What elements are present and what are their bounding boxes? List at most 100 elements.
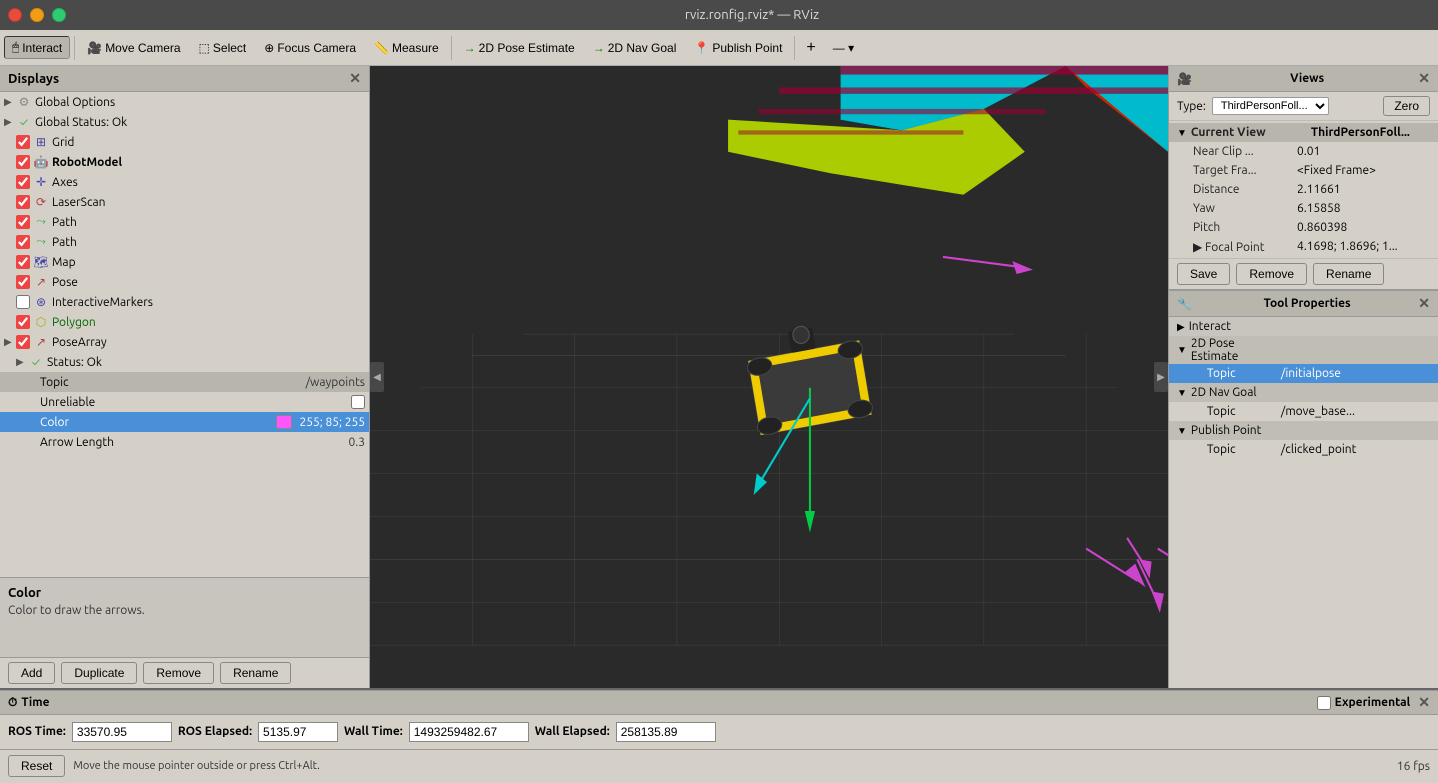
expand-arrow: ▶ bbox=[4, 336, 16, 348]
tp-val: /clicked_point bbox=[1281, 443, 1356, 456]
tree-item-path-1[interactable]: ▶ ⤳ Path bbox=[0, 212, 369, 232]
item-label: Grid bbox=[52, 136, 365, 149]
rename-view-button[interactable]: Rename bbox=[1313, 263, 1384, 285]
close-button[interactable] bbox=[8, 8, 22, 22]
remove-view-button[interactable]: Remove bbox=[1236, 263, 1307, 285]
grid-checkbox[interactable] bbox=[16, 135, 30, 149]
3d-view[interactable]: ◀ ▶ bbox=[370, 66, 1168, 688]
duplicate-button[interactable]: Duplicate bbox=[61, 662, 137, 684]
views-panel: 🎥 Views ✕ Type: ThirdPersonFoll... Zero … bbox=[1169, 66, 1438, 290]
tree-item-posearray[interactable]: ▶ ↗ PoseArray bbox=[0, 332, 369, 352]
path2-checkbox[interactable] bbox=[16, 235, 30, 249]
tree-item-interactive-markers[interactable]: ▶ ⊛ InteractiveMarkers bbox=[0, 292, 369, 312]
tool-props-close[interactable]: ✕ bbox=[1418, 295, 1430, 312]
tree-item-grid[interactable]: ▶ ⊞ Grid bbox=[0, 132, 369, 152]
publish-point-button[interactable]: 📍 Publish Point bbox=[686, 37, 790, 59]
zero-button[interactable]: Zero bbox=[1383, 96, 1430, 116]
unreliable-checkbox[interactable] bbox=[351, 395, 365, 409]
tool-props-header: 🔧 Tool Properties ✕ bbox=[1169, 291, 1438, 317]
tree-item-color[interactable]: ▶ Color 255; 85; 255 bbox=[0, 412, 369, 432]
rename-button[interactable]: Rename bbox=[220, 662, 291, 684]
status-bar: Reset Move the mouse pointer outside or … bbox=[0, 749, 1438, 783]
wall-time-input[interactable]: 1493259482.67 bbox=[409, 722, 529, 742]
imarkers-checkbox[interactable] bbox=[16, 295, 30, 309]
tree-item-unreliable[interactable]: ▶ Unreliable bbox=[0, 392, 369, 412]
ros-elapsed-input[interactable]: 5135.97 bbox=[258, 722, 338, 742]
tree-item-laserscan[interactable]: ▶ ⟳ LaserScan bbox=[0, 192, 369, 212]
cv-key: Distance bbox=[1177, 183, 1297, 196]
axes-checkbox[interactable] bbox=[16, 175, 30, 189]
view-right-arrow[interactable]: ▶ bbox=[1154, 362, 1168, 392]
polygon-checkbox[interactable] bbox=[16, 315, 30, 329]
ros-time-input[interactable]: 33570.95 bbox=[72, 722, 172, 742]
wall-time-label: Wall Time: bbox=[344, 725, 403, 738]
tp-publish-point[interactable]: ▼ Publish Point bbox=[1169, 421, 1438, 440]
tree-item-posearray-status[interactable]: ▶ ✓ Status: Ok bbox=[0, 352, 369, 372]
item-label: Path bbox=[52, 216, 365, 229]
tp-pose-topic[interactable]: ▼ Topic /initialpose bbox=[1169, 364, 1438, 383]
add-button[interactable]: Add bbox=[8, 662, 55, 684]
tp-expand-icon: ▼ bbox=[1177, 425, 1187, 437]
move-camera-button[interactable]: 🎥 Move Camera bbox=[79, 37, 188, 59]
cv-row-distance: Distance 2.11661 bbox=[1169, 180, 1438, 199]
select-button[interactable]: ⬚ Select bbox=[191, 37, 255, 59]
minimize-button[interactable] bbox=[30, 8, 44, 22]
wall-elapsed-input[interactable]: 258135.89 bbox=[616, 722, 716, 742]
robot-icon: 🤖 bbox=[33, 154, 49, 170]
window-title: rviz.ronfig.rviz* — RViz bbox=[74, 8, 1430, 22]
tp-publish-topic[interactable]: ▼ Topic /clicked_point bbox=[1169, 440, 1438, 459]
reset-button[interactable]: Reset bbox=[8, 755, 65, 777]
wall-elapsed-label: Wall Elapsed: bbox=[535, 725, 610, 738]
view-left-arrow[interactable]: ◀ bbox=[370, 362, 384, 392]
tree-item-polygon[interactable]: ▶ ⬡ Polygon bbox=[0, 312, 369, 332]
tp-interact[interactable]: ▶ Interact bbox=[1169, 317, 1438, 336]
tree-item-topic[interactable]: ▶ Topic /waypoints bbox=[0, 372, 369, 392]
tp-nav-goal[interactable]: ▼ 2D Nav Goal bbox=[1169, 383, 1438, 402]
laserscan-checkbox[interactable] bbox=[16, 195, 30, 209]
focus-camera-button[interactable]: ⊕ Focus Camera bbox=[256, 37, 364, 59]
robotmodel-checkbox[interactable] bbox=[16, 155, 30, 169]
expand-arrow: ▶ bbox=[16, 356, 28, 368]
scene-canvas bbox=[370, 66, 1168, 688]
displays-close[interactable]: ✕ bbox=[349, 70, 361, 87]
pose-checkbox[interactable] bbox=[16, 275, 30, 289]
focus-icon: ⊕ bbox=[264, 41, 274, 55]
save-view-button[interactable]: Save bbox=[1177, 263, 1230, 285]
add-display-button[interactable]: + bbox=[799, 36, 822, 60]
maximize-button[interactable] bbox=[52, 8, 66, 22]
tree-item-path-2[interactable]: ▶ ⤳ Path bbox=[0, 232, 369, 252]
tree-item-global-status[interactable]: ▶ ✓ Global Status: Ok bbox=[0, 112, 369, 132]
color-swatch bbox=[276, 415, 292, 429]
time-close[interactable]: ✕ bbox=[1418, 694, 1430, 711]
cv-header-row[interactable]: ▼ Current View ThirdPersonFoll... bbox=[1169, 123, 1438, 142]
map-checkbox[interactable] bbox=[16, 255, 30, 269]
cv-val: 2.11661 bbox=[1297, 183, 1341, 196]
remove-button[interactable]: Remove bbox=[143, 662, 214, 684]
tp-nav-topic[interactable]: ▼ Topic /move_base... bbox=[1169, 402, 1438, 421]
more-button[interactable]: — ▾ bbox=[825, 37, 862, 59]
topic-value: /waypoints bbox=[306, 376, 365, 389]
tp-pose-estimate[interactable]: ▼ 2D Pose Estimate bbox=[1169, 336, 1438, 364]
type-select[interactable]: ThirdPersonFoll... bbox=[1212, 97, 1329, 115]
time-fields: ROS Time: 33570.95 ROS Elapsed: 5135.97 … bbox=[0, 715, 1438, 749]
pose-icon: → bbox=[464, 41, 476, 55]
nav-goal-button[interactable]: → 2D Nav Goal bbox=[585, 37, 685, 59]
tree-item-robotmodel[interactable]: ▶ 🤖 RobotModel bbox=[0, 152, 369, 172]
measure-button[interactable]: 📏 Measure bbox=[366, 37, 447, 59]
tp-key: Topic bbox=[1191, 367, 1281, 380]
interact-button[interactable]: 🖱 Interact bbox=[4, 36, 70, 59]
tree-item-arrow-length[interactable]: ▶ Arrow Length 0.3 bbox=[0, 432, 369, 452]
tree-item-axes[interactable]: ▶ ✛ Axes bbox=[0, 172, 369, 192]
cv-val: 0.01 bbox=[1297, 145, 1320, 158]
pose-estimate-button[interactable]: → 2D Pose Estimate bbox=[456, 37, 583, 59]
views-header: 🎥 Views ✕ bbox=[1169, 66, 1438, 92]
tp-label: Interact bbox=[1189, 320, 1279, 333]
experimental-checkbox[interactable] bbox=[1317, 696, 1331, 710]
tree-item-pose[interactable]: ▶ ↗ Pose bbox=[0, 272, 369, 292]
path1-checkbox[interactable] bbox=[16, 215, 30, 229]
tree-item-map[interactable]: ▶ 🗺 Map bbox=[0, 252, 369, 272]
ros-time-label: ROS Time: bbox=[8, 725, 66, 738]
posearray-checkbox[interactable] bbox=[16, 335, 30, 349]
views-close[interactable]: ✕ bbox=[1418, 70, 1430, 87]
tree-item-global-options[interactable]: ▶ ⚙ Global Options bbox=[0, 92, 369, 112]
